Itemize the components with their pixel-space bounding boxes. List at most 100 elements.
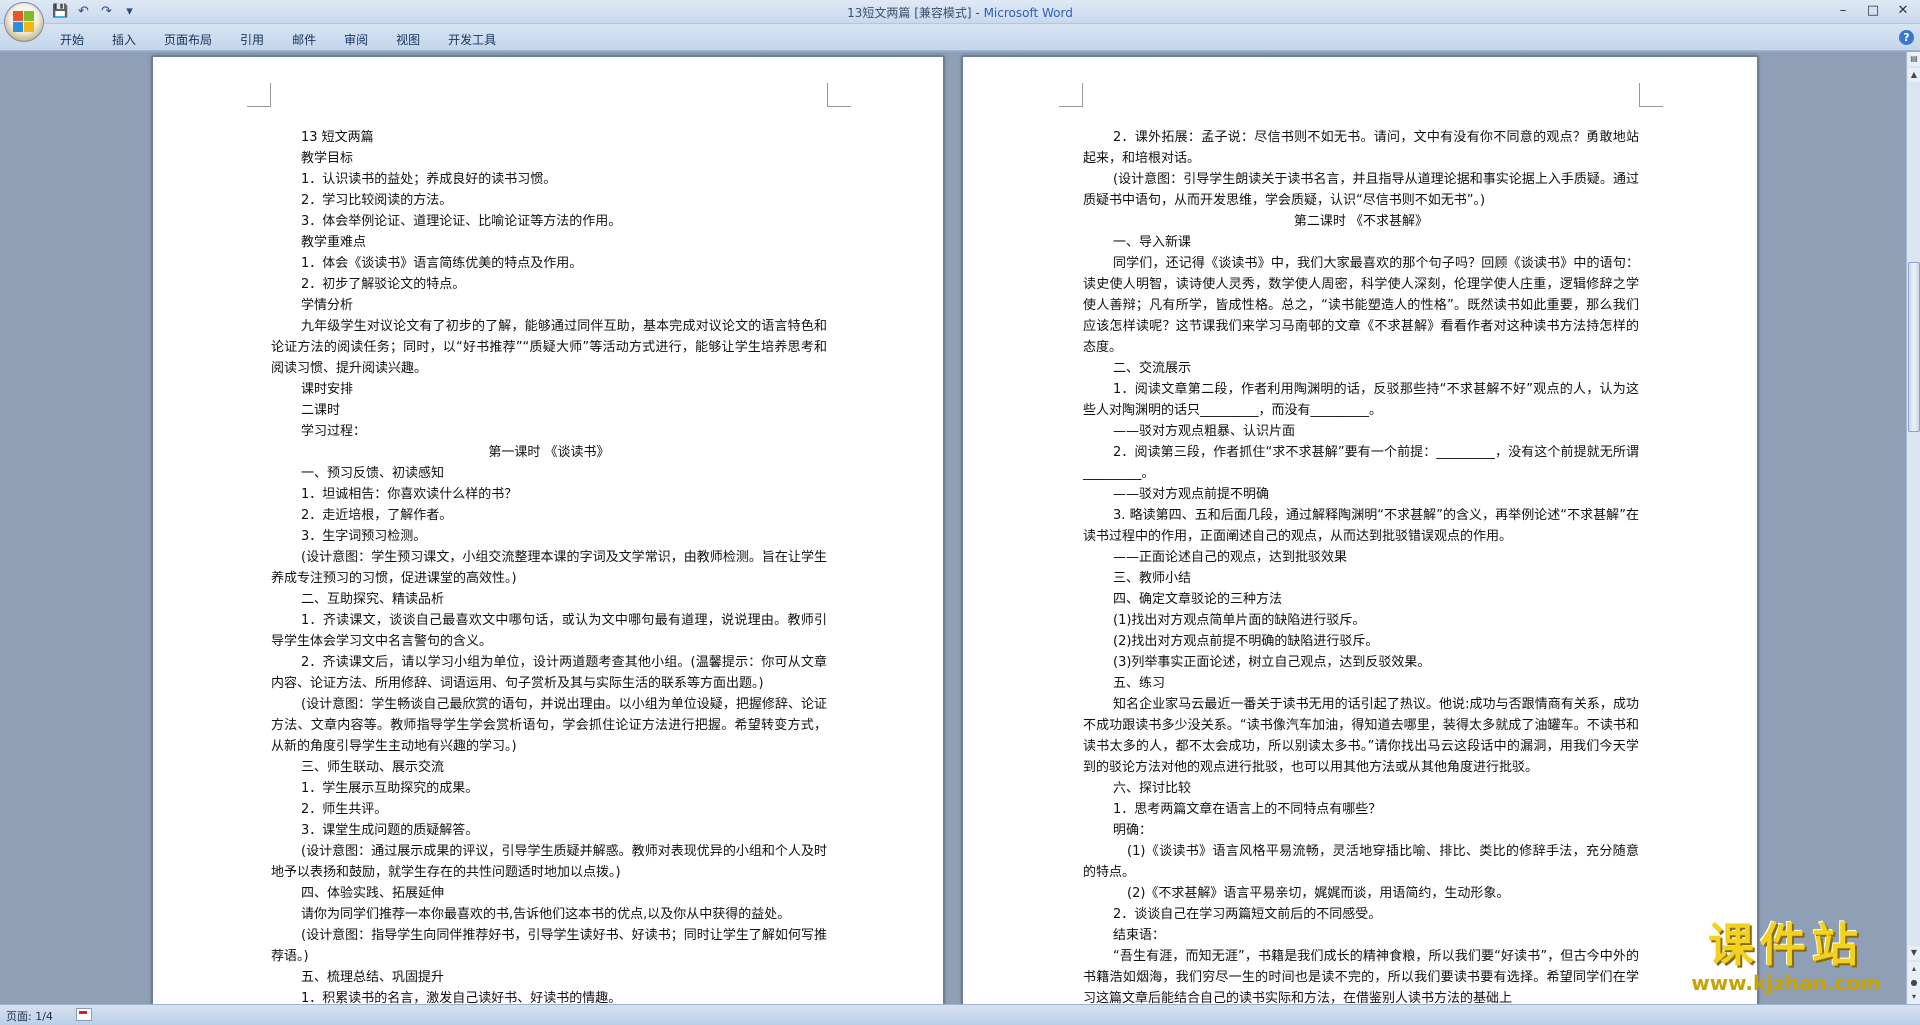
tab-0[interactable]: 开始 (48, 29, 96, 50)
window-title: 13短文两篇 [兼容模式] - Microsoft Word (0, 4, 1920, 21)
paragraph: 三、教师小结 (1113, 571, 1192, 586)
page-1-text[interactable]: 13 短文两篇 教学目标 1．认识读书的益处；养成良好的读书习惯。 2．学习比较阅读的… (271, 127, 827, 1004)
paragraph: 教学目标 (301, 151, 354, 166)
paragraph: 三、师生联动、展示交流 (301, 760, 445, 775)
select-browse-object-icon[interactable]: ● (1908, 976, 1920, 990)
paragraph: ——正面论述自己的观点，达到批驳效果 (1113, 550, 1348, 565)
paragraph: 2．课外拓展：孟子说：尽信书则不如无书。请问，文中有没有你不同意的观点？勇敢地站… (1083, 130, 1639, 166)
ruler-toggle-icon[interactable]: ▤ (1908, 52, 1920, 66)
paragraph: 13 短文两篇 (301, 130, 374, 145)
paragraph: 同学们，还记得《谈读书》中，我们大家最喜欢的那个句子吗？回顾《谈读书》中的语句：… (1083, 256, 1639, 355)
tab-5[interactable]: 审阅 (332, 29, 380, 50)
watermark-title: 课件站 (1708, 918, 1864, 972)
paragraph: (设计意图：指导学生向同伴推荐好书，引导学生读好书、好读书；同时让学生了解如何写… (271, 928, 827, 964)
paragraph: 一、导入新课 (1113, 235, 1192, 250)
paragraph: 1．思考两篇文章在语言上的不同特点有哪些？ (1113, 802, 1382, 817)
paragraph: (设计意图：学生预习课文，小组交流整理本课的字词及文学常识，由教师检测。旨在让学… (271, 550, 827, 586)
paragraph: (设计意图：通过展示成果的评议，引导学生质疑并解惑。教师对表现优异的小组和个人及… (271, 844, 827, 880)
tab-4[interactable]: 邮件 (280, 29, 328, 50)
scroll-thumb[interactable] (1908, 262, 1920, 432)
previous-page-icon[interactable]: ▴ (1908, 962, 1920, 976)
office-button[interactable] (4, 2, 44, 42)
app-name: Microsoft Word (983, 6, 1073, 20)
paragraph: 1．齐读课文，谈谈自己最喜欢文中哪句话，或认为文中哪句最有道理，说说理由。教师引… (271, 613, 827, 649)
paragraph: 明确： (1113, 823, 1153, 838)
maximize-icon[interactable]: □ (1862, 2, 1884, 20)
paragraph: (2)找出对方观点前提不明确的缺陷进行驳斥。 (1113, 634, 1379, 649)
paragraph: ——驳对方观点前提不明确 (1113, 487, 1270, 502)
ribbon-tabs: 开始 插入 页面布局 引用 邮件 审阅 视图 开发工具 (48, 29, 512, 50)
paragraph: 2．学习比较阅读的方法。 (301, 193, 453, 208)
title-bar: 💾 ↶ ↷ ▾ 13短文两篇 [兼容模式] - Microsoft Word –… (0, 0, 1920, 24)
paragraph: 2．齐读课文后，请以学习小组为单位，设计两道题考查其他小组。(温馨提示：你可从文… (271, 655, 827, 691)
watermark-url: www.kjzhan.com (1691, 971, 1881, 995)
paragraph: 3．课堂生成问题的质疑解答。 (301, 823, 479, 838)
paragraph: “吾生有涯，而知无涯”，书籍是我们成长的精神食粮，所以我们要“好读书”，但古今中… (1083, 949, 1639, 1004)
page-2-text[interactable]: 2．课外拓展：孟子说：尽信书则不如无书。请问，文中有没有你不同意的观点？勇敢地站… (1083, 127, 1639, 1004)
paragraph: 二、交流展示 (1113, 361, 1192, 376)
help-icon[interactable]: ? (1899, 30, 1914, 45)
tab-1[interactable]: 插入 (100, 29, 148, 50)
paragraph: 2．初步了解驳论文的特点。 (301, 277, 466, 292)
document-title: 13短文两篇 [兼容模式] - (847, 6, 984, 20)
paragraph: 知名企业家马云最近一番关于读书无用的话引起了热议。他说:成功与否跟情商有关系，成… (1083, 697, 1639, 775)
paragraph: ——驳对方观点粗暴、认识片面 (1113, 424, 1296, 439)
paragraph: 2．师生共评。 (301, 802, 388, 817)
paragraph: 五、梳理总结、巩固提升 (301, 970, 445, 985)
close-icon[interactable]: ✕ (1892, 2, 1914, 20)
paragraph: 3．体会举例论证、道理论证、比喻论证等方法的作用。 (301, 214, 622, 229)
paragraph: 六、探讨比较 (1113, 781, 1192, 796)
paragraph: 3．生字词预习检测。 (301, 529, 427, 544)
scroll-up-icon[interactable]: ▲ (1908, 68, 1920, 82)
paragraph: (3)列举事实正面论述，树立自己观点，达到反驳效果。 (1113, 655, 1431, 670)
margin-marker (1059, 83, 1083, 107)
paragraph: (设计意图：学生畅谈自己最欣赏的语句，并说出理由。以小组为单位设疑，把握修辞、论… (271, 697, 827, 754)
paragraph: (1)《谈读书》语言风格平易流畅，灵活地穿插比喻、排比、类比的修辞手法，充分随意… (1083, 844, 1639, 880)
paragraph: 教学重难点 (301, 235, 367, 250)
paragraph: 学情分析 (301, 298, 354, 313)
minimize-icon[interactable]: – (1832, 2, 1854, 20)
paragraph: 2．谈谈自己在学习两篇短文前后的不同感受。 (1113, 907, 1382, 922)
window-controls: – □ ✕ (1832, 2, 1914, 20)
ribbon-tab-bar: 开始 插入 页面布局 引用 邮件 审阅 视图 开发工具 ? (0, 24, 1920, 51)
page-1: 13 短文两篇 教学目标 1．认识读书的益处；养成良好的读书习惯。 2．学习比较阅读的… (152, 56, 944, 1004)
paragraph: 第一课时 《谈读书》 (488, 445, 610, 460)
paragraph: 请你为同学们推荐一本你最喜欢的书,告诉他们这本书的优点,以及你从中获得的益处。 (301, 907, 791, 922)
paragraph: 2．阅读第三段，作者抓住“求不求甚解”要有一个前提：_________，没有这个… (1083, 445, 1639, 481)
tab-6[interactable]: 视图 (384, 29, 432, 50)
paragraph: 二课时 (301, 403, 341, 418)
paragraph: 1．积累读书的名言，激发自己读好书、好读书的情趣。 (301, 991, 622, 1004)
paragraph: 第二课时 《不求甚解》 (1293, 214, 1429, 229)
page-2: 2．课外拓展：孟子说：尽信书则不如无书。请问，文中有没有你不同意的观点？勇敢地站… (962, 56, 1758, 1004)
paragraph: 1．体会《谈读书》语言简练优美的特点及作用。 (301, 256, 583, 271)
tab-2[interactable]: 页面布局 (152, 29, 224, 50)
paragraph: 2．走近培根，了解作者。 (301, 508, 453, 523)
vertical-scrollbar[interactable]: ▤ ▲ ▼ ▴ ● ▾ (1906, 52, 1920, 1004)
margin-marker (247, 83, 271, 107)
proofing-status-icon[interactable] (76, 1008, 92, 1021)
watermark-logo: 课件站 www.kjzhan.com (1664, 920, 1908, 1004)
paragraph: 课时安排 (301, 382, 354, 397)
paragraph: (设计意图：引导学生朗读关于读书名言，并且指导从道理论据和事实论据上入手质疑。通… (1083, 172, 1639, 208)
paragraph: 二、互助探究、精读品析 (301, 592, 445, 607)
page-indicator[interactable]: 页面: 1/4 (6, 1008, 53, 1024)
office-logo-icon (13, 11, 35, 33)
paragraph: (1)找出对方观点简单片面的缺陷进行驳斥。 (1113, 613, 1366, 628)
paragraph: 四、确定文章驳论的三种方法 (1113, 592, 1283, 607)
scroll-down-icon[interactable]: ▼ (1908, 946, 1920, 960)
paragraph: 1．学生展示互助探究的成果。 (301, 781, 479, 796)
paragraph: 学习过程： (301, 424, 367, 439)
margin-marker (827, 83, 851, 107)
paragraph: 九年级学生对议论文有了初步的了解，能够通过同伴互助，基本完成对议论文的语言特色和… (271, 319, 827, 376)
paragraph: 1．阅读文章第二段，作者利用陶渊明的话，反驳那些持“不求甚解不好”观点的人，认为… (1083, 382, 1639, 418)
document-area: 13 短文两篇 教学目标 1．认识读书的益处；养成良好的读书习惯。 2．学习比较阅读的… (0, 52, 1906, 1004)
tab-3[interactable]: 引用 (228, 29, 276, 50)
paragraph: 结束语： (1113, 928, 1166, 943)
paragraph: (2)《不求甚解》语言平易亲切，娓娓而谈，用语简约，生动形象。 (1127, 886, 1510, 901)
paragraph: 一、预习反馈、初读感知 (301, 466, 445, 481)
tab-7[interactable]: 开发工具 (436, 29, 508, 50)
next-page-icon[interactable]: ▾ (1908, 990, 1920, 1004)
paragraph: 3. 略读第四、五和后面几段，通过解释陶渊明“不求甚解”的含义，再举例论述“不求… (1083, 508, 1639, 544)
paragraph: 1．认识读书的益处；养成良好的读书习惯。 (301, 172, 557, 187)
paragraph: 四、体验实践、拓展延伸 (301, 886, 445, 901)
